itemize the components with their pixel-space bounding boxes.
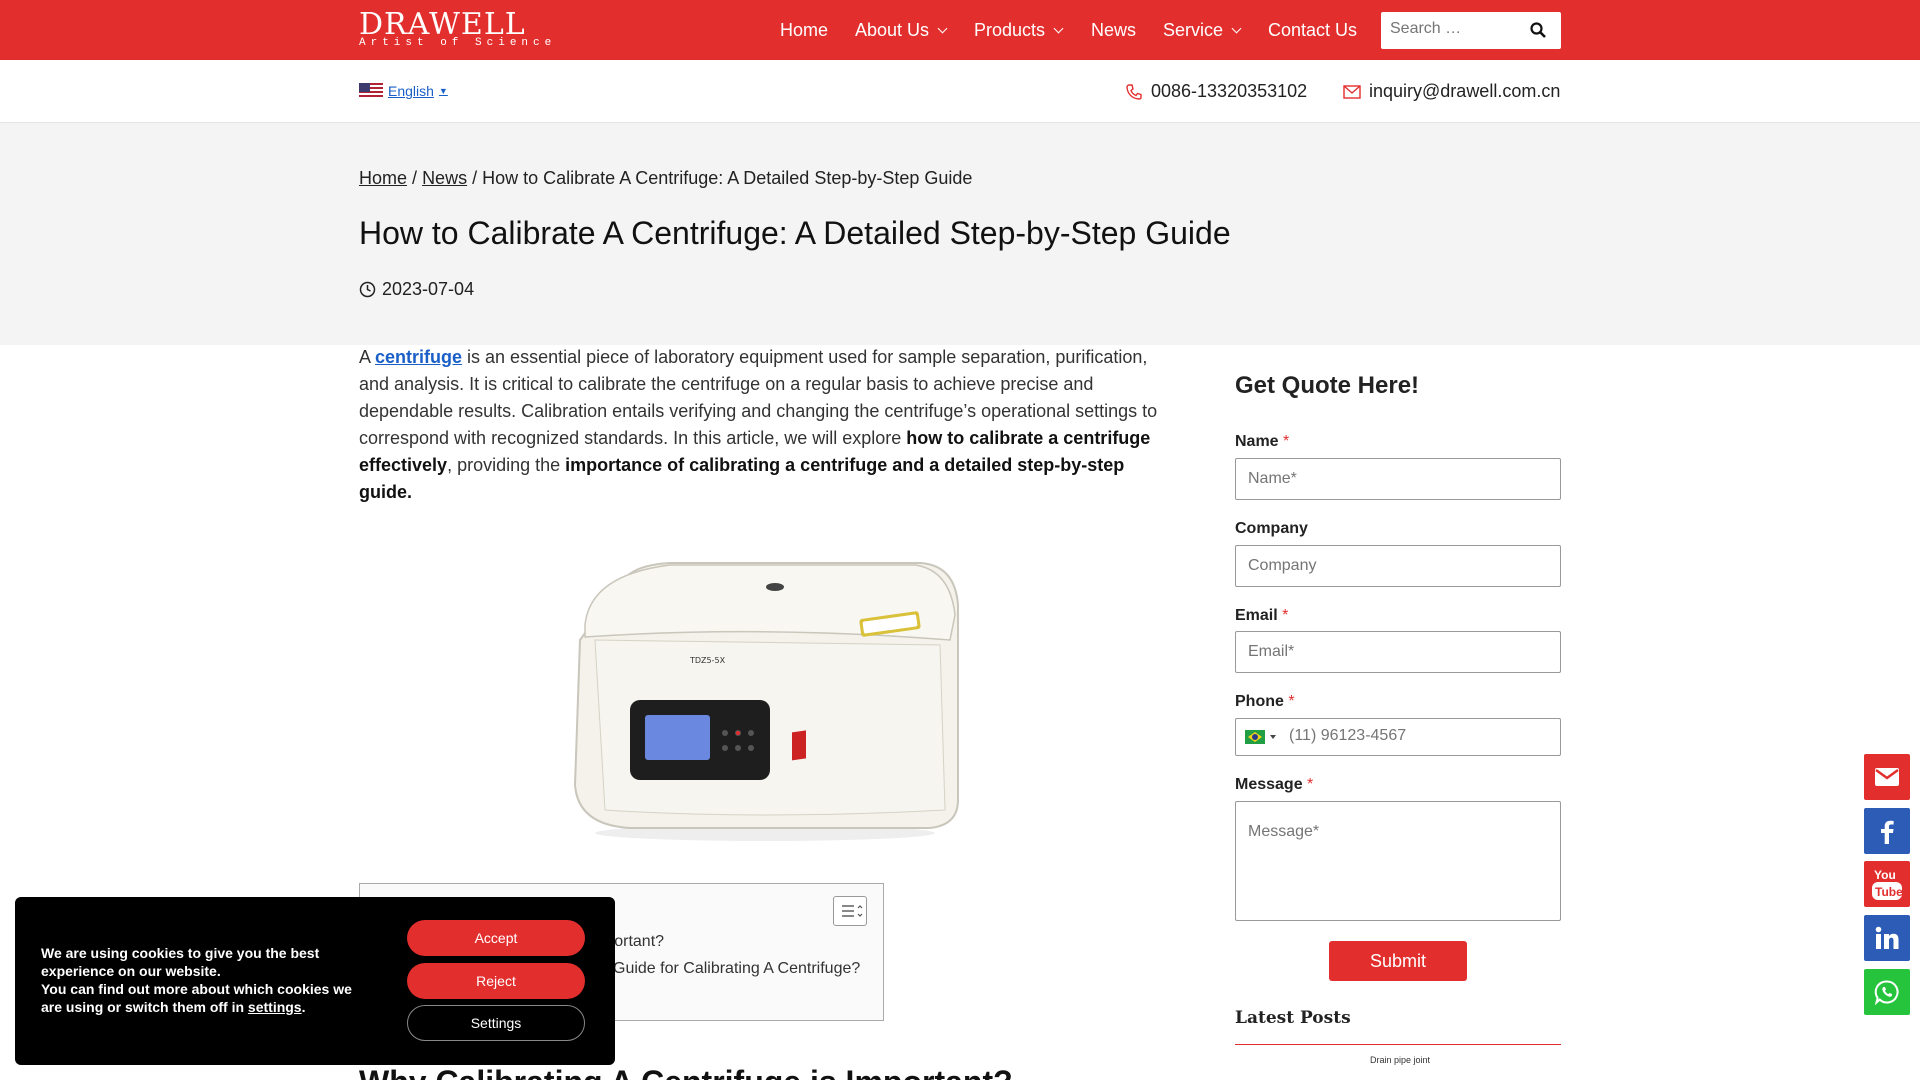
logo-text: DRAWELL bbox=[359, 7, 526, 42]
centrifuge-product-image: TDZ5-5X bbox=[573, 562, 959, 841]
phone-number: 0086-13320353102 bbox=[1151, 81, 1308, 101]
section-heading: Why Calibrating A Centrifuge is Importan… bbox=[359, 1064, 1013, 1080]
cookie-banner: We are using cookies to give you the bes… bbox=[15, 897, 615, 1065]
facebook-button[interactable] bbox=[1864, 808, 1910, 854]
post-date: 2023-07-04 bbox=[359, 279, 474, 300]
phone-icon bbox=[1126, 83, 1142, 100]
email-icon bbox=[1875, 768, 1899, 786]
name-field[interactable] bbox=[1235, 458, 1561, 500]
breadcrumb-current: How to Calibrate A Centrifuge: A Detaile… bbox=[482, 168, 973, 188]
latest-post-thumbnail[interactable]: Drain pipe joint bbox=[1310, 1055, 1490, 1080]
message-field[interactable] bbox=[1235, 801, 1561, 921]
svg-text:Tube: Tube bbox=[1875, 885, 1903, 899]
nav-service[interactable]: Service bbox=[1163, 20, 1242, 41]
article-intro: A centrifuge is an essential piece of la… bbox=[359, 347, 1158, 502]
quote-form: Get Quote Here! bbox=[1235, 372, 1561, 400]
company-label: Company bbox=[1235, 520, 1308, 537]
info-bar: English ▼ 0086-13320353102 inquiry@drawe… bbox=[0, 60, 1920, 123]
breadcrumb-home[interactable]: Home bbox=[359, 168, 407, 188]
search-icon[interactable] bbox=[1530, 22, 1546, 38]
whatsapp-icon bbox=[1874, 980, 1899, 1005]
nav-about-us[interactable]: About Us bbox=[855, 20, 948, 41]
breadcrumb-news[interactable]: News bbox=[422, 168, 467, 188]
language-switcher[interactable]: English ▼ bbox=[359, 83, 448, 99]
accept-button[interactable]: Accept bbox=[407, 920, 585, 956]
cookie-message: We are using cookies to give you the bes… bbox=[41, 945, 352, 1015]
whatsapp-button[interactable] bbox=[1864, 969, 1910, 1015]
phone-field[interactable] bbox=[1235, 718, 1561, 756]
centrifuge-link[interactable]: centrifuge bbox=[375, 347, 462, 367]
svg-text:You: You bbox=[1874, 868, 1896, 882]
linkedin-icon bbox=[1875, 926, 1899, 949]
search-input[interactable] bbox=[1390, 20, 1520, 38]
message-label: Message * bbox=[1235, 776, 1314, 793]
youtube-icon: You Tube bbox=[1872, 868, 1903, 900]
date-text: 2023-07-04 bbox=[382, 279, 475, 299]
language-label: English bbox=[388, 83, 434, 99]
nav-products[interactable]: Products bbox=[974, 20, 1064, 41]
email-field[interactable] bbox=[1235, 631, 1561, 673]
list-icon bbox=[842, 905, 863, 917]
caret-down-icon[interactable] bbox=[1270, 735, 1276, 739]
nav-home[interactable]: Home bbox=[780, 20, 828, 41]
facebook-icon bbox=[1881, 820, 1894, 844]
linkedin-button[interactable] bbox=[1864, 915, 1910, 961]
mail-icon bbox=[1343, 84, 1361, 99]
submit-button[interactable]: Submit bbox=[1329, 941, 1467, 981]
settings-button[interactable]: Settings bbox=[407, 1005, 585, 1041]
phone-label: Phone * bbox=[1235, 693, 1295, 710]
latest-posts-heading: Latest Posts bbox=[1235, 1008, 1561, 1045]
search-box bbox=[1381, 12, 1561, 49]
email-share-button[interactable] bbox=[1864, 754, 1910, 800]
chevron-down-icon bbox=[1053, 23, 1064, 33]
nav-news[interactable]: News bbox=[1091, 20, 1136, 41]
toc-toggle-button[interactable] bbox=[833, 896, 867, 926]
youtube-button[interactable]: You Tube bbox=[1864, 861, 1910, 907]
cookie-settings-link[interactable]: settings bbox=[248, 999, 302, 1015]
clock-icon bbox=[359, 281, 376, 298]
email-label: Email * bbox=[1235, 607, 1289, 624]
email-address: inquiry@drawell.com.cn bbox=[1369, 81, 1561, 101]
top-navbar: DRAWELL Artist of Science Home About Us … bbox=[0, 0, 1920, 60]
drawell-logo[interactable]: DRAWELL Artist of Science bbox=[359, 10, 556, 49]
caret-down-icon: ▼ bbox=[438, 86, 448, 96]
chevron-down-icon bbox=[1231, 23, 1242, 33]
form-heading: Get Quote Here! bbox=[1235, 372, 1420, 399]
us-flag-icon bbox=[359, 83, 383, 99]
nav-contact-us[interactable]: Contact Us bbox=[1268, 20, 1357, 41]
product-label: TDZ5-5X bbox=[689, 656, 726, 665]
reject-button[interactable]: Reject bbox=[407, 963, 585, 999]
company-field[interactable] bbox=[1235, 545, 1561, 587]
phone-contact[interactable]: 0086-13320353102 bbox=[1125, 81, 1307, 102]
toc-item[interactable]: Guide for Calibrating A Centrifuge? bbox=[613, 960, 860, 978]
page-title: How to Calibrate A Centrifuge: A Detaile… bbox=[359, 215, 1231, 251]
logo-tagline: Artist of Science bbox=[359, 37, 557, 49]
brazil-flag-icon[interactable] bbox=[1245, 730, 1265, 744]
chevron-down-icon bbox=[937, 23, 948, 33]
email-contact[interactable]: inquiry@drawell.com.cn bbox=[1343, 81, 1560, 102]
page-hero: Home / News / How to Calibrate A Centrif… bbox=[0, 123, 1920, 345]
name-label: Name * bbox=[1235, 433, 1290, 450]
breadcrumb: Home / News / How to Calibrate A Centrif… bbox=[359, 168, 973, 188]
